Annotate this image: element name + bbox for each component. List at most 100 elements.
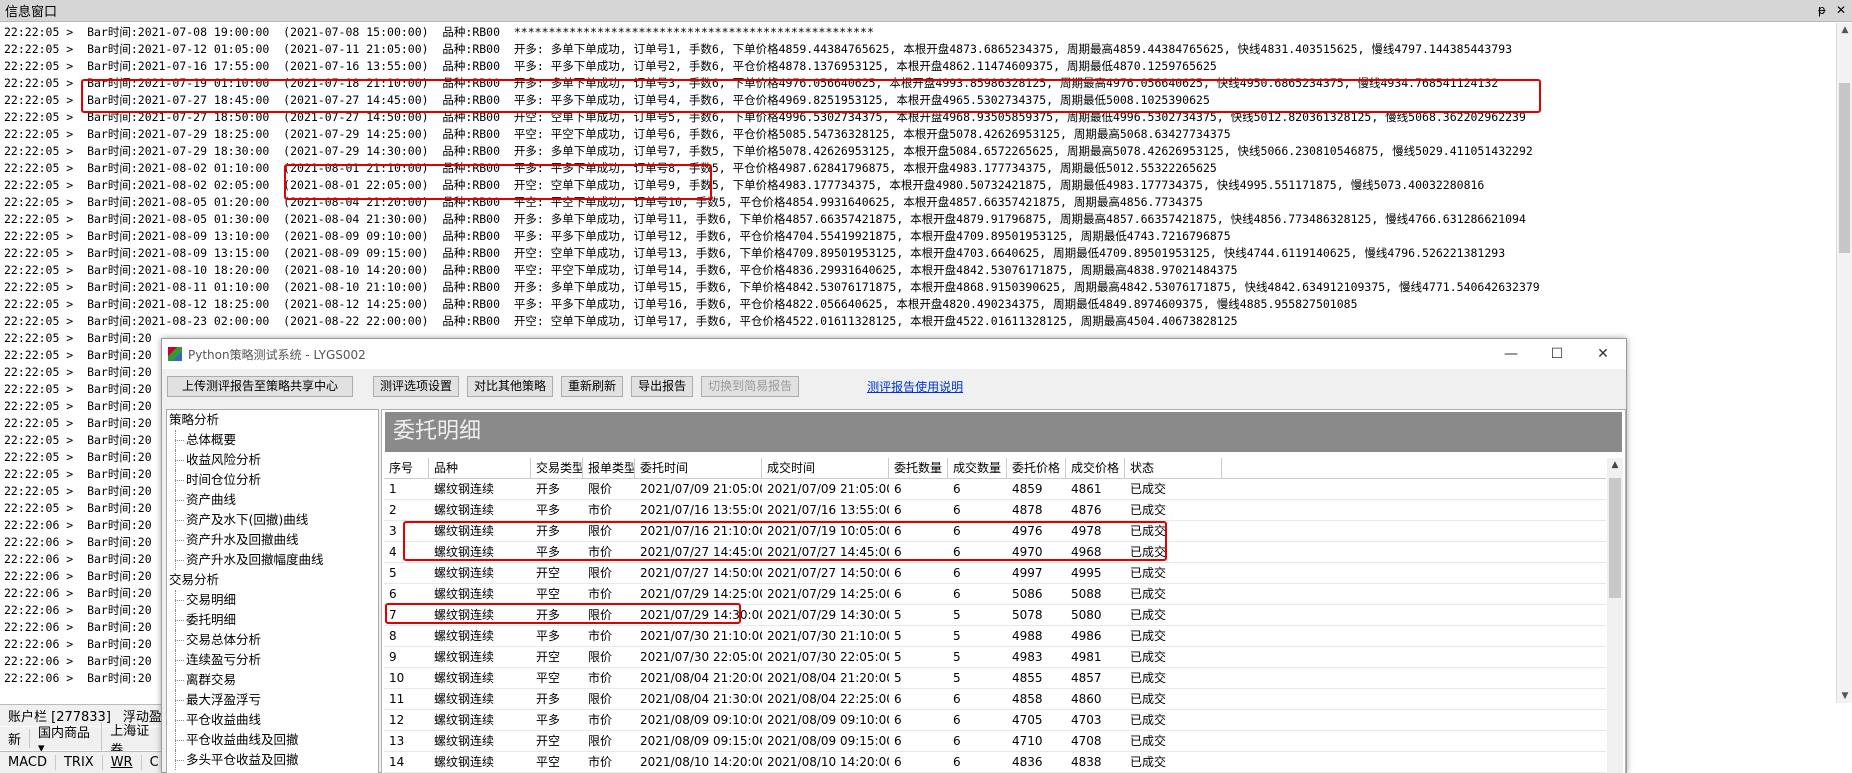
- table-row[interactable]: 5 螺纹钢连续 开空 限价 2021/07/27 14:50:00 2021/07/27 …: [384, 563, 1606, 584]
- table-cell: 6: [389, 587, 397, 601]
- indicator-trix[interactable]: TRIX: [56, 755, 103, 770]
- column-header[interactable]: 报单类型: [583, 458, 635, 478]
- table-row[interactable]: 14 螺纹钢连续 平空 市价 2021/08/10 14:20:00 2021/08/10…: [384, 752, 1606, 773]
- table-row[interactable]: 3 螺纹钢连续 开多 限价 2021/07/16 21:10:00 2021/07/19 …: [384, 521, 1606, 542]
- table-row[interactable]: 2 螺纹钢连续 平多 市价 2021/07/16 13:55:00 2021/07/16 …: [384, 500, 1606, 521]
- tree-item[interactable]: 最大浮盈浮亏: [167, 690, 378, 710]
- table-scrollbar[interactable]: ▲: [1607, 458, 1623, 773]
- scroll-thumb[interactable]: [1609, 478, 1621, 598]
- minimize-icon[interactable]: —: [1488, 339, 1534, 369]
- tree-item[interactable]: 连续盈亏分析: [167, 650, 378, 670]
- tree-item[interactable]: 交易明细: [167, 590, 378, 610]
- tree-item[interactable]: 资产升水及回撤幅度曲线: [167, 550, 378, 570]
- log-line: 22:22:06 > Bar时间:20: [4, 552, 152, 566]
- report-help-link[interactable]: 测评报告使用说明: [867, 378, 963, 395]
- scroll-down-icon[interactable]: ▼: [1837, 691, 1852, 701]
- scroll-up-icon[interactable]: ▲: [1837, 25, 1852, 35]
- table-row[interactable]: 13 螺纹钢连续 开空 限价 2021/08/09 09:15:00 2021/08/09…: [384, 731, 1606, 752]
- compare-strategies-button[interactable]: 对比其他策略: [467, 375, 554, 397]
- column-header[interactable]: 委托时间: [635, 458, 762, 478]
- refresh-button[interactable]: 重新刷新: [561, 375, 624, 397]
- tab-new[interactable]: 新: [0, 729, 31, 748]
- table-cell: 市价: [588, 587, 613, 601]
- table-cell: 平多: [536, 713, 561, 727]
- log-scrollbar[interactable]: ▲ ▼: [1836, 23, 1852, 703]
- table-cell: 开多: [536, 524, 561, 538]
- table-cell: 4: [389, 545, 397, 559]
- tree-item[interactable]: 委托明细: [167, 610, 378, 630]
- table-cell: 6: [894, 503, 902, 517]
- test-options-button[interactable]: 测评选项设置: [373, 375, 460, 397]
- log-line: 22:22:05 > Bar时间:20: [4, 450, 152, 464]
- tree-item[interactable]: 交易总体分析: [167, 630, 378, 650]
- upload-report-button[interactable]: 上传测评报告至策略共享中心: [167, 375, 354, 397]
- column-header[interactable]: 状态: [1125, 458, 1222, 478]
- scroll-thumb[interactable]: [1839, 83, 1850, 253]
- column-header[interactable]: 品种: [429, 458, 531, 478]
- log-line: 22:22:05 > Bar时间:2021-07-29 18:25:00 (20…: [4, 127, 1231, 141]
- tree-item[interactable]: 时间仓位分析: [167, 470, 378, 490]
- table-cell: 限价: [588, 566, 613, 580]
- table-cell: 4836: [1012, 755, 1043, 769]
- column-header[interactable]: 序号: [384, 458, 429, 478]
- column-header[interactable]: 成交价格: [1066, 458, 1125, 478]
- table-row[interactable]: 10 螺纹钢连续 平空 市价 2021/08/04 21:20:00 2021/08/04…: [384, 668, 1606, 689]
- table-cell: 11: [389, 692, 405, 706]
- tree-item[interactable]: 总体概要: [167, 430, 378, 450]
- table-row[interactable]: 12 螺纹钢连续 平多 市价 2021/08/09 09:10:00 2021/08/09…: [384, 710, 1606, 731]
- table-cell: 2021/07/30 21:10:00: [640, 629, 762, 643]
- table-row[interactable]: 6 螺纹钢连续 平空 市价 2021/07/29 14:25:00 2021/07/29 …: [384, 584, 1606, 605]
- table-cell: 6: [953, 503, 961, 517]
- scroll-up-icon[interactable]: ▲: [1607, 460, 1623, 470]
- pin-icon[interactable]: ᵽ: [1818, 3, 1826, 17]
- column-header[interactable]: 成交时间: [762, 458, 889, 478]
- export-report-button[interactable]: 导出报告: [631, 375, 694, 397]
- tree-item[interactable]: 平仓收益曲线: [167, 710, 378, 730]
- table-cell: 4858: [1012, 692, 1043, 706]
- log-line: 22:22:05 > Bar时间:20: [4, 433, 152, 447]
- table-cell: 2021/07/27 14:50:00: [767, 566, 889, 580]
- indicator-wr[interactable]: WR: [103, 755, 142, 770]
- table-cell: 5: [894, 650, 902, 664]
- simple-report-button[interactable]: 切换到简易报告: [701, 375, 800, 397]
- tree-item[interactable]: 收益风险分析: [167, 450, 378, 470]
- table-cell: 2021/08/04 21:20:00: [767, 671, 889, 685]
- table-cell: 6: [894, 524, 902, 538]
- tree-item[interactable]: 平仓收益曲线及回撤: [167, 730, 378, 750]
- tree-group[interactable]: 交易分析: [167, 570, 378, 590]
- table-cell: 4978: [1071, 524, 1102, 538]
- tree-item[interactable]: 资产及水下(回撤)曲线: [167, 510, 378, 530]
- table-cell: 6: [953, 482, 961, 496]
- log-line: 22:22:05 > Bar时间:2021-08-02 01:10:00 (20…: [4, 161, 1217, 175]
- table-cell: 限价: [588, 482, 613, 496]
- indicator-macd[interactable]: MACD: [0, 755, 56, 770]
- table-row[interactable]: 1 螺纹钢连续 开多 限价 2021/07/09 21:05:00 2021/07/09 …: [384, 479, 1606, 500]
- column-header[interactable]: 委托数量: [889, 458, 948, 478]
- tree-item[interactable]: 离群交易: [167, 670, 378, 690]
- table-cell: 6: [894, 734, 902, 748]
- close-icon[interactable]: ✕: [1836, 3, 1846, 17]
- table-row[interactable]: 8 螺纹钢连续 平多 市价 2021/07/30 21:10:00 2021/07/30 …: [384, 626, 1606, 647]
- tree-group[interactable]: 策略分析: [167, 410, 378, 430]
- maximize-icon[interactable]: ☐: [1534, 339, 1580, 369]
- table-row[interactable]: 9 螺纹钢连续 开空 限价 2021/07/30 22:05:00 2021/07/30 …: [384, 647, 1606, 668]
- close-window-icon[interactable]: ✕: [1580, 339, 1626, 369]
- table-row[interactable]: 4 螺纹钢连续 平多 市价 2021/07/27 14:45:00 2021/07/27 …: [384, 542, 1606, 563]
- table-cell: 已成交: [1130, 650, 1167, 664]
- log-line: 22:22:05 > Bar时间:2021-08-23 02:00:00 (20…: [4, 314, 1238, 328]
- table-cell: 螺纹钢连续: [434, 692, 495, 706]
- table-row[interactable]: 11 螺纹钢连续 开多 限价 2021/08/04 21:30:00 2021/08/04…: [384, 689, 1606, 710]
- table-cell: 4981: [1071, 650, 1102, 664]
- table-row[interactable]: 7 螺纹钢连续 开多 限价 2021/07/29 14:30:00 2021/07/29 …: [384, 605, 1606, 626]
- tree-item[interactable]: 资产升水及回撤曲线: [167, 530, 378, 550]
- table-cell: 4859: [1012, 482, 1043, 496]
- column-header[interactable]: 交易类型: [531, 458, 583, 478]
- log-line: 22:22:05 > Bar时间:20: [4, 382, 152, 396]
- table-cell: 5: [953, 671, 961, 685]
- tree-item[interactable]: 资产曲线: [167, 490, 378, 510]
- tree-item[interactable]: 多头平仓收益及回撤: [167, 750, 378, 770]
- column-header[interactable]: 委托价格: [1007, 458, 1066, 478]
- table-cell: 6: [953, 587, 961, 601]
- column-header[interactable]: 成交数量: [948, 458, 1007, 478]
- python-window-titlebar[interactable]: Python策略测试系统 - LYGS002 — ☐ ✕: [162, 339, 1626, 369]
